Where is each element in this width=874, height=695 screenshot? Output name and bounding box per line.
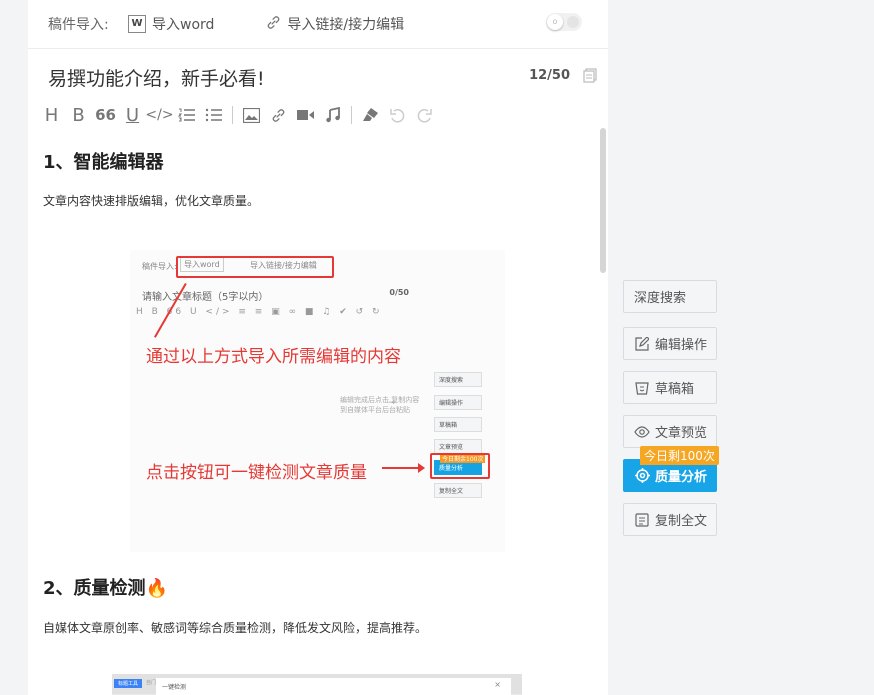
shot-import-label: 稿件导入: (142, 262, 177, 271)
preview-label: 文章预览 (655, 426, 708, 441)
preview-button[interactable]: 文章预览 (623, 415, 717, 448)
copy-all-label: 复制全文 (655, 514, 708, 529)
heading-icon[interactable]: H (38, 100, 65, 130)
intro-screenshot-image: 稿件导入: 导入word 导入链接/接力编辑 请输入文章标题（5字以内） 0/5… (130, 250, 505, 552)
code-icon[interactable]: </> (145, 100, 173, 130)
import-link-label: 导入链接/接力编辑 (287, 17, 405, 33)
shot-mini-button: 文章预览 (434, 439, 482, 454)
edit-ops-label: 编辑操作 (655, 338, 708, 353)
shot2-tab: 自门 (146, 680, 157, 686)
import-word-label: 导入word (152, 17, 215, 33)
image-icon[interactable] (238, 100, 265, 130)
section2-heading-text: 2、质量检测 (43, 578, 146, 599)
word-icon: W (128, 15, 146, 33)
video-icon[interactable] (292, 100, 319, 130)
shot-mini-button: 深度搜索 (434, 372, 482, 387)
target-icon (634, 468, 650, 484)
section1-text: 文章内容快速排版编辑，优化文章质量。 (43, 194, 260, 208)
unordered-list-icon[interactable] (200, 100, 227, 130)
ordered-list-icon[interactable] (173, 100, 200, 130)
shot-gray-arrow: → (388, 398, 396, 408)
section1-heading: 1、智能编辑器 (43, 152, 164, 173)
shot-title-placeholder: 请输入文章标题（5字以内） (142, 292, 269, 303)
import-link-button[interactable]: 导入链接/接力编辑 (266, 14, 404, 34)
copy-title-icon[interactable] (582, 67, 597, 83)
shot-highlight-box (430, 453, 490, 479)
quality-screenshot-image: 标题工具 自门 一键检测 × (112, 674, 522, 695)
shot-toolbar: H B 66 U </> ≡ ≡ ▣ ∞ ■ ♫ ✔ ↺ ↻ (136, 307, 383, 317)
draft-box-icon (634, 380, 650, 396)
shot-counter: 0/50 (389, 288, 409, 297)
redo-icon[interactable] (411, 100, 438, 130)
toggle-knob: o (547, 14, 563, 30)
music-icon[interactable] (319, 100, 346, 130)
drafts-label: 草稿箱 (655, 382, 695, 397)
eye-icon (634, 424, 650, 440)
section2-text: 自媒体文章原创率、敏感词等综合质量检测，降低发文风险，提高推荐。 (43, 621, 428, 635)
drafts-button[interactable]: 草稿箱 (623, 371, 717, 404)
shot-mini-button: 编辑操作 (434, 395, 482, 410)
edit-ops-button[interactable]: 编辑操作 (623, 327, 717, 360)
title-counter: 12/50 (529, 68, 570, 83)
undo-icon[interactable] (384, 100, 411, 130)
import-label: 稿件导入: (48, 17, 109, 33)
format-toolbar: H B 66 U </> (38, 100, 438, 130)
import-word-button[interactable]: W 导入word (128, 14, 214, 34)
quality-analysis-label: 质量分析 (655, 470, 708, 485)
article-title-input[interactable]: 易撰功能介绍，新手必看! (48, 64, 265, 91)
deep-search-label: 深度搜索 (634, 291, 687, 306)
editor-panel: 稿件导入: W 导入word 导入链接/接力编辑 o 易撰功能介绍，新手必看! … (28, 0, 608, 695)
import-bar: 稿件导入: W 导入word 导入链接/接力编辑 o (28, 0, 608, 49)
shot-mini-button: 复制全文 (434, 483, 482, 498)
shot2-tab: 标题工具 (114, 679, 143, 688)
link-icon[interactable] (265, 100, 292, 130)
shot-mini-button: 草稿箱 (434, 417, 482, 432)
copy-all-button[interactable]: 复制全文 (623, 503, 717, 536)
section2-heading: 2、质量检测🔥 (43, 574, 168, 600)
shot2-dialog-title: 一键检测 (162, 684, 187, 691)
mode-toggle[interactable]: o (546, 13, 582, 31)
quality-usage-badge: 今日剩100次 (640, 446, 719, 465)
shot-annotation-import: 通过以上方式导入所需编辑的内容 (146, 347, 401, 367)
shot-gray-note: 编辑完成后点击 复制内容到自媒体平台后台粘贴 (340, 396, 420, 414)
deep-search-button[interactable]: 深度搜索 (623, 280, 717, 313)
shot-highlight-box (176, 256, 334, 278)
shot-annotation-quality: 点击按钮可一键检测文章质量 (146, 463, 367, 483)
quote-icon[interactable]: 66 (92, 100, 119, 130)
fire-icon: 🔥 (145, 578, 168, 599)
toolbar-divider (232, 106, 233, 124)
underline-icon[interactable]: U (119, 100, 146, 130)
clear-format-icon[interactable] (357, 100, 384, 130)
shot2-close-icon: × (494, 680, 501, 689)
toggle-track-end (567, 16, 579, 28)
bold-icon[interactable]: B (65, 100, 92, 130)
editor-content[interactable]: 1、智能编辑器 文章内容快速排版编辑，优化文章质量。 稿件导入: 导入word … (28, 130, 598, 695)
link-icon (266, 15, 281, 34)
shot-arrow (382, 463, 425, 473)
editor-scrollbar[interactable] (600, 128, 606, 273)
edit-icon (634, 336, 650, 352)
copy-icon (634, 512, 650, 528)
shot2-dialog: 一键检测 × (156, 678, 511, 695)
toolbar-divider (351, 106, 352, 124)
title-row: 易撰功能介绍，新手必看! 12/50 (28, 50, 608, 100)
